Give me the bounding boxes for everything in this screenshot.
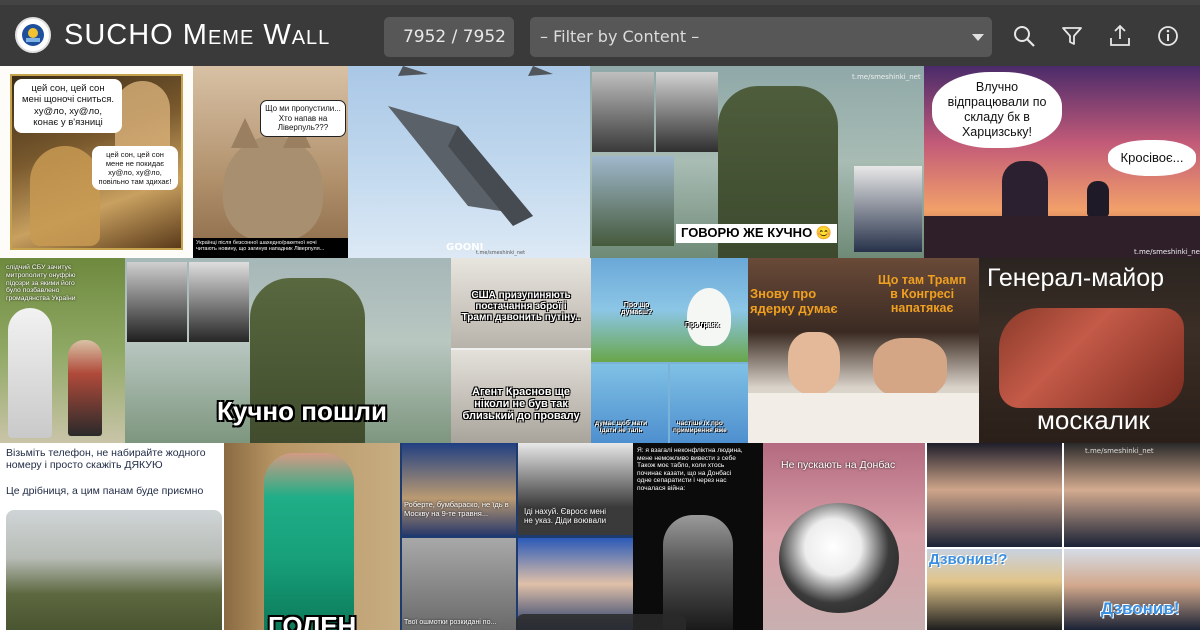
meme-tile-cat-donbas[interactable]: Не пускають на Донбас (763, 443, 925, 630)
woman-figure (788, 332, 840, 394)
portrait-right (189, 262, 249, 342)
meme-tile-general-shooting[interactable]: ГОВОРЮ ЖЕ КУЧНО 😊 t.me/smeshinki_net (590, 66, 924, 258)
meme-tile-poet-dream[interactable]: цей сон, цей сон мені щоночі сниться. ху… (0, 66, 193, 258)
meme-text: t.me/smeshinki_net (852, 73, 921, 81)
bed-sheet (748, 393, 979, 443)
macron-photo (1064, 443, 1200, 547)
meme-text: слідчий СБУ зачитує митрополиту онуфрію … (6, 264, 76, 303)
drone-illustration (388, 66, 553, 226)
portrait-3 (592, 156, 674, 246)
content-filter-label: – Filter by Content – (540, 27, 700, 46)
meme-tile-landa[interactable]: Я: я взагалі неконфліктна людина, мене н… (633, 443, 763, 630)
putin-photo (927, 443, 1062, 547)
meme-text: Генерал-майор (987, 264, 1165, 292)
chevron-down-icon (972, 34, 984, 41)
meme-tile-shahed-drones[interactable]: GOONI t.me/smeshinki_net (348, 66, 590, 258)
meme-text: Це дрібниця, а цим панам буде приємно (6, 485, 204, 497)
sucho-logo[interactable] (15, 17, 51, 53)
meme-counter: 7952 / 7952 (384, 17, 514, 57)
poet-figure (30, 146, 100, 246)
portrait-4 (854, 166, 922, 252)
meme-text: t.me/smeshinki_net (1134, 248, 1200, 256)
meme-tile-harold[interactable]: США призупиняють постачання зброї і Трам… (451, 258, 591, 443)
steak-image (999, 308, 1184, 408)
meme-text: ГОВОРЮ ЖЕ КУЧНО 😊 (676, 224, 837, 243)
meme-text: Про граях (685, 322, 720, 329)
man-figure (68, 340, 102, 436)
cat-ear-left (231, 118, 259, 148)
meme-text: Українці після безсонної шахедно/ракетно… (193, 238, 348, 258)
gandalf-figure (8, 308, 52, 438)
bottom-scroll-handle[interactable] (516, 614, 686, 630)
cat-silhouette (1087, 181, 1109, 217)
meme-tile-kuchno-poshly[interactable]: Кучно пошли (125, 258, 451, 443)
meme-tile-cat-liverpool[interactable]: Що ми пропустили... Хто напав на Ліверпу… (193, 66, 348, 258)
meme-tile-gandalf[interactable]: слідчий СБУ зачитує митрополиту онуфрію … (0, 258, 125, 443)
meme-text: t.me/smeshinki_net (476, 250, 526, 256)
meme-text: цей сон, цей сон мене не покидає ху@ло, … (92, 146, 178, 190)
meme-text: цей сон, цей сон мені щоночі сниться. ху… (14, 79, 122, 133)
meme-tile-fico-vdl[interactable]: Роберте, бумбараско, не їдь в Москву на … (400, 443, 633, 630)
meme-text: Що там Трамп в Конгресі напатякає (878, 273, 967, 315)
meme-text: Дзвонив! (1101, 599, 1180, 618)
search-icon[interactable] (1011, 23, 1037, 49)
app-title[interactable]: SUCHO Meme Wall (64, 15, 330, 55)
meme-text: Не пускають на Донбас (781, 459, 896, 471)
meme-text: Агент Краснов ще ніколи не був так близь… (462, 386, 580, 422)
portrait-left (127, 262, 187, 342)
meme-tile-green-jacket[interactable]: ГОЛЕН (224, 443, 400, 630)
meme-text: Кросівоє... (1108, 140, 1196, 176)
officer-figure (663, 515, 733, 630)
meme-text: частіше їх про примирення вже (673, 420, 727, 434)
portrait-1 (592, 72, 654, 152)
meme-tile-moomin[interactable]: Про що думаєш? Про граях думає щоб мати … (591, 258, 748, 443)
meme-tile-khartsyzk-sunset[interactable]: Влучно відпрацювали по складу бк в Харци… (924, 66, 1200, 258)
meme-text: Про що думаєш? (621, 302, 653, 316)
meme-text: Роберте, бумбараско, не їдь в Москву на … (404, 500, 509, 518)
content-filter-select[interactable]: – Filter by Content – (530, 17, 992, 57)
meme-text: t.me/smeshinki_net (1085, 447, 1154, 455)
meme-tile-general-major[interactable]: Генерал-майор москалик (979, 258, 1200, 443)
photo-two-officers (6, 510, 222, 630)
meme-text: Твої ошмотки розкидані по... (404, 619, 497, 626)
meme-text: Кучно пошли (217, 396, 387, 426)
man-figure (264, 453, 354, 630)
moomin-figure (687, 288, 731, 346)
portrait-2 (656, 72, 718, 152)
meme-text: Візьміть телефон, не набирайте жодного н… (6, 447, 206, 472)
vdl-photo (402, 443, 516, 535)
meme-text: ГОЛЕН (268, 611, 357, 630)
meme-text: москалик (1037, 405, 1150, 435)
cat-figure (779, 503, 899, 613)
meme-grid: цей сон, цей сон мені щоночі сниться. ху… (0, 66, 1200, 630)
cat-figure (223, 136, 323, 241)
meme-tile-bed-trump[interactable]: Знову про ядерку думає Що там Трамп в Ко… (748, 258, 979, 443)
meme-text: думає щоб мати їдати не таль (595, 420, 648, 434)
meme-text: Дзвонив!? (929, 551, 1008, 568)
filter-icon[interactable] (1059, 23, 1085, 49)
meme-tile-budanov-call[interactable]: Візьміть телефон, не набирайте жодного н… (0, 443, 224, 630)
meme-text: Іді нахуй. Євросє мені не указ. Діди вою… (524, 507, 607, 526)
meme-text: Влучно відпрацювали по складу бк в Харци… (932, 72, 1062, 148)
map-photo (402, 538, 516, 630)
meme-tile-macron-call[interactable]: t.me/smeshinki_net Дзвонив!? Дзвонив! (925, 443, 1200, 630)
man-figure (873, 338, 947, 398)
meme-text: Знову про ядерку думає (750, 286, 838, 316)
meme-text: США призупиняють постачання зброї і Трам… (461, 290, 581, 323)
top-bar: SUCHO Meme Wall 7952 / 7952 – Filter by … (0, 0, 1200, 66)
meme-text: Я: я взагалі неконфліктна людина, мене н… (637, 447, 743, 492)
meme-text: Що ми пропустили... Хто напав на Ліверпу… (260, 100, 346, 137)
info-icon[interactable] (1155, 23, 1181, 49)
upload-icon[interactable] (1107, 23, 1133, 49)
